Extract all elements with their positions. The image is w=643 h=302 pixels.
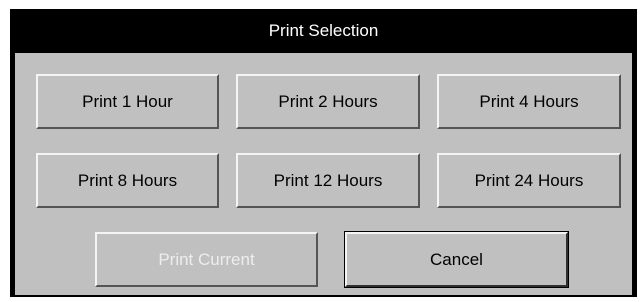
cancel-button[interactable]: Cancel	[344, 231, 569, 288]
dialog-content-panel: Print 1 Hour Print 2 Hours Print 4 Hours…	[15, 53, 632, 295]
print-current-button: Print Current	[95, 232, 318, 287]
dialog-title-bar: Print Selection	[10, 9, 637, 53]
dialog-title: Print Selection	[268, 21, 379, 40]
print-2-hours-button[interactable]: Print 2 Hours	[236, 74, 420, 129]
print-12-hours-button[interactable]: Print 12 Hours	[236, 153, 420, 208]
print-1-hour-button[interactable]: Print 1 Hour	[36, 74, 219, 129]
print-selection-dialog: Print Selection Print 1 Hour Print 2 Hou…	[10, 9, 637, 297]
print-8-hours-button[interactable]: Print 8 Hours	[36, 153, 219, 208]
print-24-hours-button[interactable]: Print 24 Hours	[437, 153, 621, 208]
print-4-hours-button[interactable]: Print 4 Hours	[437, 74, 621, 129]
